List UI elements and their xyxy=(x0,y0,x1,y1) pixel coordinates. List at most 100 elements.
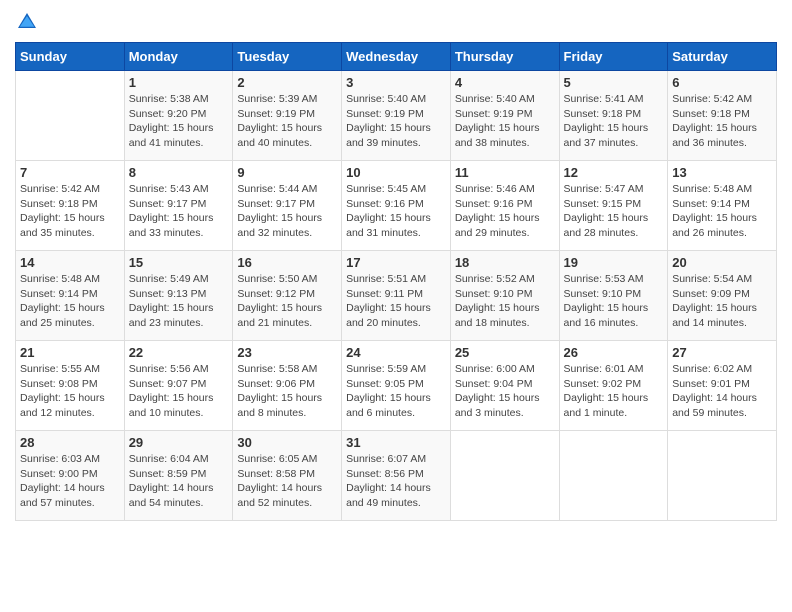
day-cell: 14 Sunrise: 5:48 AM Sunset: 9:14 PM Dayli… xyxy=(16,251,125,341)
day-number: 16 xyxy=(237,255,337,270)
column-header-sunday: Sunday xyxy=(16,43,125,71)
calendar-body: 1 Sunrise: 5:38 AM Sunset: 9:20 PM Daylig… xyxy=(16,71,777,521)
day-info: Sunrise: 5:41 AM Sunset: 9:18 PM Dayligh… xyxy=(564,92,664,151)
column-header-monday: Monday xyxy=(124,43,233,71)
day-number: 31 xyxy=(346,435,446,450)
day-cell xyxy=(668,431,777,521)
column-header-saturday: Saturday xyxy=(668,43,777,71)
day-cell: 9 Sunrise: 5:44 AM Sunset: 9:17 PM Daylig… xyxy=(233,161,342,251)
day-number: 23 xyxy=(237,345,337,360)
day-number: 2 xyxy=(237,75,337,90)
day-cell: 7 Sunrise: 5:42 AM Sunset: 9:18 PM Daylig… xyxy=(16,161,125,251)
day-info: Sunrise: 5:38 AM Sunset: 9:20 PM Dayligh… xyxy=(129,92,229,151)
day-info: Sunrise: 5:43 AM Sunset: 9:17 PM Dayligh… xyxy=(129,182,229,241)
day-number: 4 xyxy=(455,75,555,90)
day-number: 19 xyxy=(564,255,664,270)
day-number: 26 xyxy=(564,345,664,360)
day-cell: 31 Sunrise: 6:07 AM Sunset: 8:56 PM Dayli… xyxy=(342,431,451,521)
day-cell: 22Sunrise: 5:56 AM Sunset: 9:07 PM Dayli… xyxy=(124,341,233,431)
page-header xyxy=(15,10,777,34)
day-info: Sunrise: 6:04 AM Sunset: 8:59 PM Dayligh… xyxy=(129,452,229,511)
day-cell: 12 Sunrise: 5:47 AM Sunset: 9:15 PM Dayli… xyxy=(559,161,668,251)
day-number: 29 xyxy=(129,435,229,450)
day-info: Sunrise: 5:55 AM Sunset: 9:08 PM Dayligh… xyxy=(20,362,120,421)
day-info: Sunrise: 5:39 AM Sunset: 9:19 PM Dayligh… xyxy=(237,92,337,151)
day-cell: 5 Sunrise: 5:41 AM Sunset: 9:18 PM Daylig… xyxy=(559,71,668,161)
day-cell: 13Sunrise: 5:48 AM Sunset: 9:14 PM Dayli… xyxy=(668,161,777,251)
week-row-3: 14 Sunrise: 5:48 AM Sunset: 9:14 PM Dayli… xyxy=(16,251,777,341)
day-number: 27 xyxy=(672,345,772,360)
day-number: 15 xyxy=(129,255,229,270)
day-info: Sunrise: 5:42 AM Sunset: 9:18 PM Dayligh… xyxy=(20,182,120,241)
day-cell: 4 Sunrise: 5:40 AM Sunset: 9:19 PM Daylig… xyxy=(450,71,559,161)
day-number: 25 xyxy=(455,345,555,360)
column-header-tuesday: Tuesday xyxy=(233,43,342,71)
day-number: 18 xyxy=(455,255,555,270)
day-info: Sunrise: 6:07 AM Sunset: 8:56 PM Dayligh… xyxy=(346,452,446,511)
day-cell: 19 Sunrise: 5:53 AM Sunset: 9:10 PM Dayli… xyxy=(559,251,668,341)
day-info: Sunrise: 5:58 AM Sunset: 9:06 PM Dayligh… xyxy=(237,362,337,421)
week-row-2: 7 Sunrise: 5:42 AM Sunset: 9:18 PM Daylig… xyxy=(16,161,777,251)
day-info: Sunrise: 5:53 AM Sunset: 9:10 PM Dayligh… xyxy=(564,272,664,331)
header-row: SundayMondayTuesdayWednesdayThursdayFrid… xyxy=(16,43,777,71)
day-info: Sunrise: 5:48 AM Sunset: 9:14 PM Dayligh… xyxy=(672,182,772,241)
day-number: 11 xyxy=(455,165,555,180)
day-number: 5 xyxy=(564,75,664,90)
day-number: 30 xyxy=(237,435,337,450)
day-info: Sunrise: 6:00 AM Sunset: 9:04 PM Dayligh… xyxy=(455,362,555,421)
day-cell: 3 Sunrise: 5:40 AM Sunset: 9:19 PM Daylig… xyxy=(342,71,451,161)
day-cell: 27 Sunrise: 6:02 AM Sunset: 9:01 PM Dayli… xyxy=(668,341,777,431)
calendar-header: SundayMondayTuesdayWednesdayThursdayFrid… xyxy=(16,43,777,71)
day-info: Sunrise: 5:59 AM Sunset: 9:05 PM Dayligh… xyxy=(346,362,446,421)
day-number: 10 xyxy=(346,165,446,180)
day-info: Sunrise: 6:03 AM Sunset: 9:00 PM Dayligh… xyxy=(20,452,120,511)
day-info: Sunrise: 6:02 AM Sunset: 9:01 PM Dayligh… xyxy=(672,362,772,421)
day-number: 8 xyxy=(129,165,229,180)
column-header-friday: Friday xyxy=(559,43,668,71)
day-cell: 1 Sunrise: 5:38 AM Sunset: 9:20 PM Daylig… xyxy=(124,71,233,161)
day-cell: 8 Sunrise: 5:43 AM Sunset: 9:17 PM Daylig… xyxy=(124,161,233,251)
day-info: Sunrise: 5:46 AM Sunset: 9:16 PM Dayligh… xyxy=(455,182,555,241)
day-number: 12 xyxy=(564,165,664,180)
day-cell: 29 Sunrise: 6:04 AM Sunset: 8:59 PM Dayli… xyxy=(124,431,233,521)
logo xyxy=(15,10,43,34)
day-cell xyxy=(16,71,125,161)
day-info: Sunrise: 5:51 AM Sunset: 9:11 PM Dayligh… xyxy=(346,272,446,331)
day-number: 3 xyxy=(346,75,446,90)
day-info: Sunrise: 5:44 AM Sunset: 9:17 PM Dayligh… xyxy=(237,182,337,241)
week-row-5: 28Sunrise: 6:03 AM Sunset: 9:00 PM Dayli… xyxy=(16,431,777,521)
day-info: Sunrise: 6:01 AM Sunset: 9:02 PM Dayligh… xyxy=(564,362,664,421)
day-number: 20 xyxy=(672,255,772,270)
day-cell: 23 Sunrise: 5:58 AM Sunset: 9:06 PM Dayli… xyxy=(233,341,342,431)
day-cell: 11 Sunrise: 5:46 AM Sunset: 9:16 PM Dayli… xyxy=(450,161,559,251)
day-info: Sunrise: 5:42 AM Sunset: 9:18 PM Dayligh… xyxy=(672,92,772,151)
day-cell: 28Sunrise: 6:03 AM Sunset: 9:00 PM Dayli… xyxy=(16,431,125,521)
day-number: 9 xyxy=(237,165,337,180)
logo-icon xyxy=(15,10,39,34)
calendar-table: SundayMondayTuesdayWednesdayThursdayFrid… xyxy=(15,42,777,521)
day-number: 1 xyxy=(129,75,229,90)
day-info: Sunrise: 5:47 AM Sunset: 9:15 PM Dayligh… xyxy=(564,182,664,241)
column-header-thursday: Thursday xyxy=(450,43,559,71)
day-cell: 24Sunrise: 5:59 AM Sunset: 9:05 PM Dayli… xyxy=(342,341,451,431)
day-number: 21 xyxy=(20,345,120,360)
day-cell: 6Sunrise: 5:42 AM Sunset: 9:18 PM Daylig… xyxy=(668,71,777,161)
day-number: 14 xyxy=(20,255,120,270)
day-info: Sunrise: 5:54 AM Sunset: 9:09 PM Dayligh… xyxy=(672,272,772,331)
day-cell: 26 Sunrise: 6:01 AM Sunset: 9:02 PM Dayli… xyxy=(559,341,668,431)
day-info: Sunrise: 5:48 AM Sunset: 9:14 PM Dayligh… xyxy=(20,272,120,331)
day-cell: 2 Sunrise: 5:39 AM Sunset: 9:19 PM Daylig… xyxy=(233,71,342,161)
day-info: Sunrise: 5:40 AM Sunset: 9:19 PM Dayligh… xyxy=(346,92,446,151)
day-info: Sunrise: 6:05 AM Sunset: 8:58 PM Dayligh… xyxy=(237,452,337,511)
day-cell xyxy=(450,431,559,521)
day-info: Sunrise: 5:40 AM Sunset: 9:19 PM Dayligh… xyxy=(455,92,555,151)
day-cell: 17 Sunrise: 5:51 AM Sunset: 9:11 PM Dayli… xyxy=(342,251,451,341)
day-info: Sunrise: 5:45 AM Sunset: 9:16 PM Dayligh… xyxy=(346,182,446,241)
day-number: 17 xyxy=(346,255,446,270)
day-cell xyxy=(559,431,668,521)
week-row-4: 21 Sunrise: 5:55 AM Sunset: 9:08 PM Dayli… xyxy=(16,341,777,431)
day-cell: 10 Sunrise: 5:45 AM Sunset: 9:16 PM Dayli… xyxy=(342,161,451,251)
day-number: 7 xyxy=(20,165,120,180)
week-row-1: 1 Sunrise: 5:38 AM Sunset: 9:20 PM Daylig… xyxy=(16,71,777,161)
column-header-wednesday: Wednesday xyxy=(342,43,451,71)
